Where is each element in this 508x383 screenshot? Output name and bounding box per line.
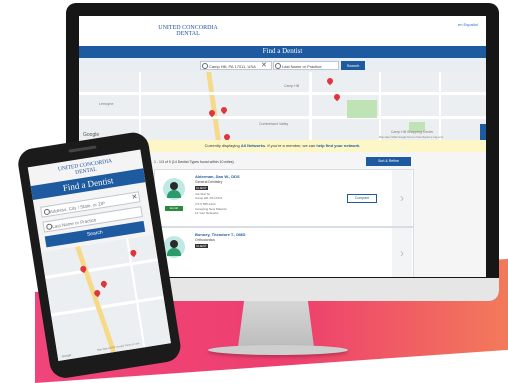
clear-icon[interactable]: ✕	[131, 194, 138, 202]
map-label: Camp Hill	[284, 84, 300, 88]
provider-networks: 13 Your Networks	[195, 211, 219, 215]
search-icon	[202, 63, 208, 69]
monitor-stand	[238, 301, 314, 347]
map-label: Camp Hill Shopping Center	[391, 130, 434, 134]
monitor-stand-base	[208, 345, 348, 355]
map-pin[interactable]	[219, 105, 229, 115]
avatar	[163, 236, 185, 258]
provider-card[interactable]: Bonney, Theodore T., DMD Orthodontics CL…	[154, 227, 414, 277]
provider-name[interactable]: Bonney, Theodore T., DMD	[195, 232, 245, 237]
chevron-right-icon[interactable]: ›	[392, 228, 412, 277]
mobile-screen: UNITED CONCORDIA DENTAL Find a Dentist A…	[27, 149, 171, 361]
notice-suffix: . If you're a member, we can	[265, 143, 316, 148]
provider-name[interactable]: Alderman, Dan W., DDS	[195, 174, 240, 179]
map-pin[interactable]	[325, 76, 335, 86]
search-button[interactable]: Search	[341, 61, 365, 70]
enroll-badge: Enroll	[165, 206, 183, 211]
site-topbar	[79, 16, 486, 46]
compare-button[interactable]: Compare	[347, 194, 377, 203]
map-pin[interactable]	[222, 132, 232, 140]
provider-specialty: Orthodontics	[195, 238, 215, 242]
notice-network: All Networks	[240, 143, 266, 148]
results-map[interactable]: Camp Hill Lemoyne Cumberland Valley Camp…	[79, 72, 486, 140]
map-footer: Map data ©2022 Google Terms of Use	[96, 342, 140, 352]
provider-specialty: General Dentistry	[195, 180, 223, 184]
map-pin[interactable]	[99, 279, 109, 289]
provider-city: Camp Hill, PA 17011	[195, 196, 223, 200]
phone-speaker	[68, 145, 97, 153]
status-badge: CLIENT	[195, 186, 208, 190]
brand-logo[interactable]: UNITED CONCORDIA DENTAL	[153, 25, 223, 37]
map-label: Lemoyne	[99, 102, 114, 106]
provider-phone[interactable]: (717) 555-1212	[195, 202, 216, 206]
google-logo: Google	[61, 352, 72, 359]
sort-refine-button[interactable]: Sort & Refine	[366, 157, 411, 166]
status-badge: CLIENT	[195, 244, 208, 248]
map-footer: Map data ©2022 Google Terms of Use Repor…	[379, 136, 444, 139]
help-find-network-link[interactable]: help find your network.	[316, 143, 360, 148]
chevron-right-icon[interactable]: ›	[392, 170, 412, 226]
clear-icon[interactable]: ✕	[261, 62, 267, 69]
notice-prefix: Currently displaying	[204, 143, 240, 148]
results-map[interactable]: Google Map data ©2022 Google Terms of Us…	[41, 234, 171, 361]
provider-card[interactable]: Enroll Alderman, Dan W., DDS General Den…	[154, 169, 414, 227]
map-label: Cumberland Valley	[259, 122, 289, 126]
avatar	[163, 178, 185, 200]
person-icon	[275, 63, 281, 69]
logo-line2: DENTAL	[176, 31, 200, 37]
name-input[interactable]: Last Name or Practice	[273, 61, 339, 70]
page-title: Find a Dentist	[262, 47, 303, 55]
language-link[interactable]: en Español	[458, 22, 478, 27]
